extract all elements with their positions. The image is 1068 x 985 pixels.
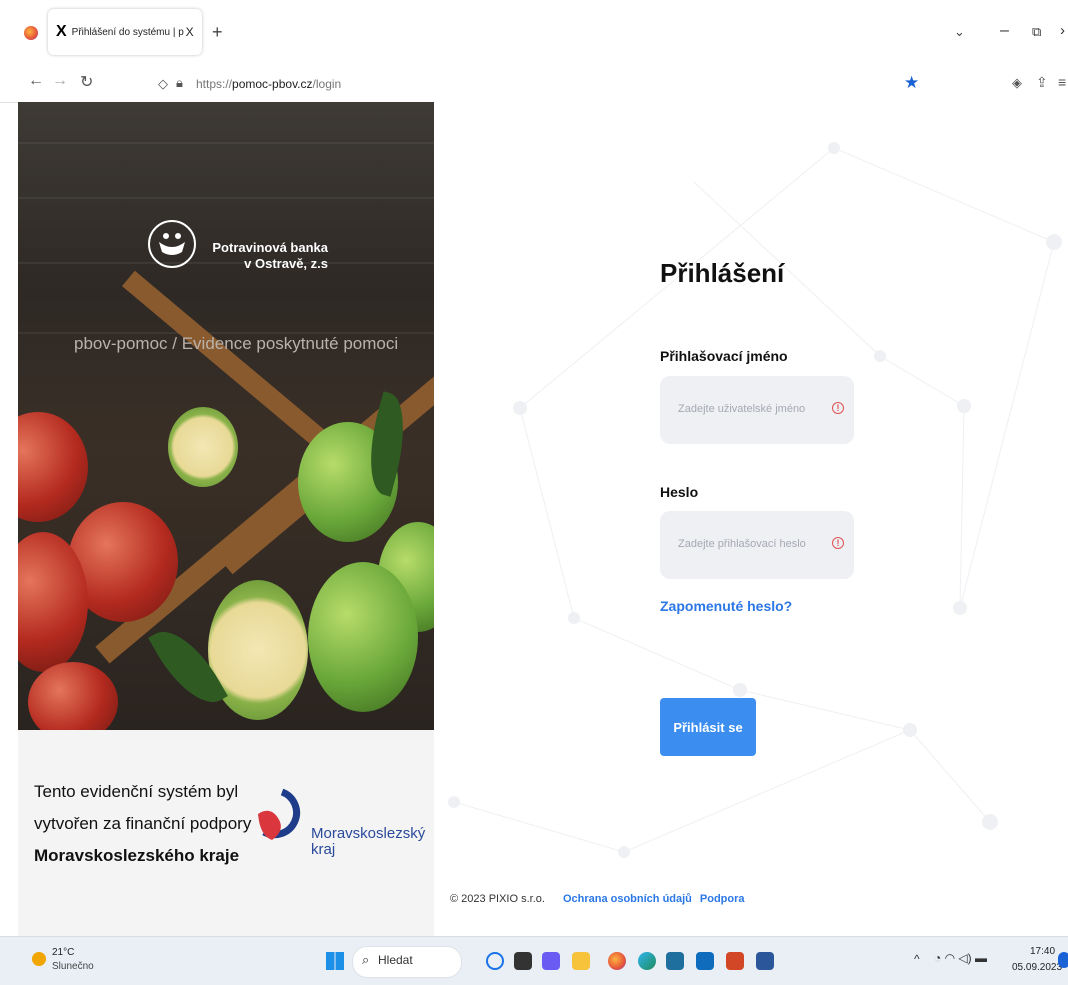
login-title: Přihlášení <box>660 258 785 288</box>
notification-badge[interactable] <box>1058 952 1068 968</box>
back-icon[interactable]: ← <box>28 72 44 90</box>
food-bank-logo-icon <box>148 220 196 268</box>
username-field[interactable]: ! <box>660 376 854 444</box>
url-domain: pomoc-pbov.cz <box>232 77 313 91</box>
url-path: /login <box>312 77 342 91</box>
username-label: Přihlašovací jméno <box>660 348 788 364</box>
msk-name: Moravskoslezský kraj <box>311 826 425 858</box>
forgot-password-link[interactable]: Zapomenuté heslo? <box>660 598 792 614</box>
search-icon: ⌕ <box>362 952 370 967</box>
powerpoint-icon[interactable] <box>726 952 744 970</box>
app-subtitle: pbov-pomoc / Evidence poskytnuté pomoci <box>74 334 399 353</box>
password-label: Heslo <box>660 484 699 500</box>
new-tab-button[interactable]: + <box>212 22 223 43</box>
sponsor-text: Tento evidenční systém byl vytvořen za f… <box>34 776 251 872</box>
taskbar-search-label[interactable]: Hledat <box>378 953 413 967</box>
task-view-icon[interactable] <box>514 952 532 970</box>
extensions-icon[interactable]: ⇪ <box>1036 74 1048 91</box>
footer: © 2023 PIXIO s.r.o. Ochrana osobních údaj… <box>450 893 745 905</box>
file-explorer-icon[interactable] <box>572 952 590 970</box>
brand-line2: v Ostravě, z.s <box>244 256 328 271</box>
firefox-taskbar-icon[interactable] <box>608 952 626 970</box>
weather-desc[interactable]: Slunečno <box>52 961 94 972</box>
minimize-button[interactable]: – <box>1000 22 1009 40</box>
hero-image <box>18 102 434 730</box>
sponsor-line1: Tento evidenční systém byl <box>34 782 239 801</box>
shield-icon[interactable]: ◇ <box>158 76 168 92</box>
password-input[interactable] <box>676 537 830 551</box>
url-prefix: https:// <box>196 77 233 91</box>
clock-time[interactable]: 17:40 <box>1030 946 1055 957</box>
bookmark-star-icon[interactable]: ★ <box>904 73 919 93</box>
forward-icon[interactable]: → <box>52 72 68 90</box>
brand-line1: Potravinová banka <box>212 240 328 255</box>
weather-temp[interactable]: 21°C <box>52 947 74 958</box>
reload-icon[interactable]: ↻ <box>80 72 93 92</box>
outlook-icon[interactable] <box>696 952 714 970</box>
meet-icon[interactable] <box>542 952 560 970</box>
windows-start-icon[interactable] <box>326 952 344 970</box>
support-link[interactable]: Podpora <box>700 893 745 905</box>
lock-icon[interactable]: 🔒︎ <box>176 75 183 91</box>
privacy-link[interactable]: Ochrana osobních údajů <box>563 893 692 905</box>
edge-icon[interactable] <box>638 952 656 970</box>
browser-tab[interactable]: X Přihlášení do systému | pbov-p X <box>48 9 202 55</box>
alert-icon: ! <box>832 537 844 549</box>
url-bar[interactable]: https://pomoc-pbov.cz/login <box>196 77 341 91</box>
sponsor-line2: vytvořen za finanční podpory <box>34 814 252 833</box>
taskbar <box>0 936 1068 985</box>
pocket-icon[interactable]: ◈ <box>1012 75 1022 91</box>
msk-name-line1: Moravskoslezský <box>311 825 426 842</box>
clock-date[interactable]: 05.09.2023 <box>1012 962 1062 973</box>
firefox-icon <box>24 26 38 40</box>
copyright: © 2023 PIXIO s.r.o. <box>450 893 545 905</box>
close-window-button[interactable]: › <box>1060 22 1065 39</box>
menu-icon[interactable]: ≡ <box>1058 74 1066 90</box>
tray-chevron-icon[interactable]: ^ <box>914 952 920 966</box>
tab-list-icon[interactable]: ⌄ <box>954 24 965 40</box>
brand-name: Potravinová banka v Ostravě, z.s <box>208 240 328 272</box>
sponsor-line3: Moravskoslezského kraje <box>34 846 240 865</box>
bing-icon[interactable] <box>486 952 504 970</box>
tab-title: Přihlášení do systému | pbov-p <box>71 26 184 38</box>
alert-icon: ! <box>832 402 844 414</box>
weather-icon[interactable] <box>32 952 46 966</box>
username-input[interactable] <box>676 402 830 416</box>
msk-name-line2: kraj <box>311 841 336 858</box>
calculator-icon[interactable] <box>666 952 684 970</box>
x-logo-icon: X <box>56 23 67 40</box>
tray-status-icons[interactable]: ◔ ◠ ◁) ▬ <box>934 951 987 965</box>
word-icon[interactable] <box>756 952 774 970</box>
tab-close-button[interactable]: X <box>186 25 194 39</box>
login-button[interactable]: Přihlásit se <box>660 698 756 756</box>
password-field[interactable]: ! <box>660 511 854 579</box>
msk-logo-icon <box>254 784 304 854</box>
restore-button[interactable]: ⧉ <box>1032 24 1041 40</box>
